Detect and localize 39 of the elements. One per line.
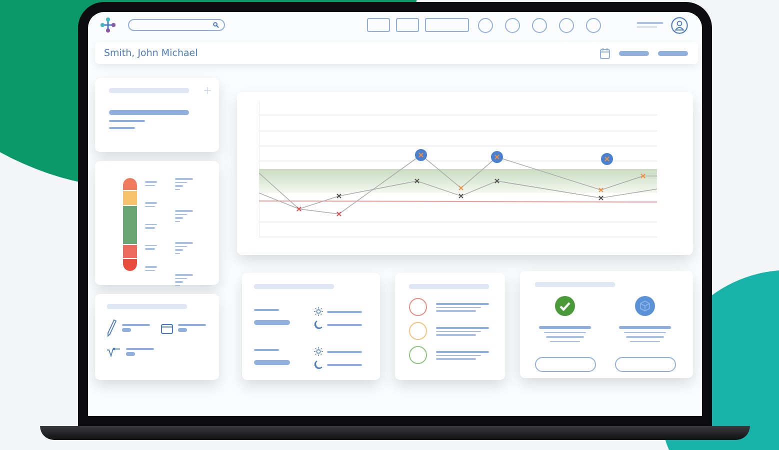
highlight-marker[interactable] — [601, 153, 613, 165]
round-toolbar-button[interactable] — [505, 18, 520, 32]
outline-button[interactable] — [614, 357, 676, 372]
text-placeholder — [254, 360, 290, 365]
highlight-marker[interactable] — [491, 151, 503, 163]
data-point-markers — [296, 206, 342, 217]
outline-button[interactable] — [534, 357, 596, 372]
pulse-icon — [107, 347, 121, 357]
sun-icon — [314, 307, 323, 316]
highlight-marker[interactable] — [415, 149, 427, 161]
value-pill — [178, 328, 187, 332]
moon-icon — [314, 320, 323, 329]
plus-icon[interactable] — [204, 87, 211, 94]
check-icon — [555, 296, 575, 316]
logo-icon — [100, 17, 116, 33]
round-toolbar-button[interactable] — [559, 18, 574, 32]
toolbar-button[interactable] — [367, 18, 390, 32]
sun-icon — [314, 347, 323, 356]
search-field[interactable] — [128, 19, 225, 31]
calendar-icon[interactable] — [600, 48, 610, 58]
value-pill — [126, 352, 135, 356]
round-toolbar-button[interactable] — [478, 18, 493, 32]
calendar-icon — [161, 322, 173, 334]
moon-icon — [314, 360, 323, 369]
toolbar-button[interactable] — [425, 18, 469, 32]
round-toolbar-button[interactable] — [586, 18, 601, 32]
text-placeholder — [619, 326, 671, 328]
patient-name: Smith, John Michael — [104, 48, 198, 58]
search-icon — [213, 22, 219, 28]
header-pill[interactable] — [619, 50, 649, 56]
cube-icon — [635, 296, 655, 316]
value-pill — [122, 328, 131, 332]
round-toolbar-button[interactable] — [532, 18, 547, 32]
header-pill[interactable] — [658, 50, 688, 56]
text-placeholder — [254, 320, 290, 325]
menu-icon[interactable] — [637, 22, 663, 28]
text-placeholder — [539, 326, 591, 328]
user-avatar-icon[interactable] — [671, 16, 688, 34]
toolbar-button[interactable] — [396, 18, 419, 32]
